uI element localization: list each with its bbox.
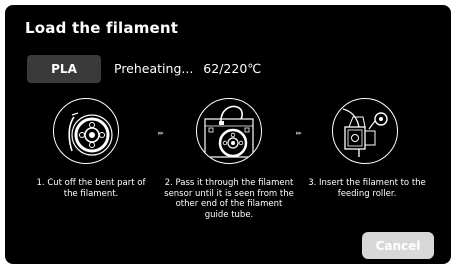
printer-spool-icon [204, 105, 254, 158]
step-2-caption: 2. Pass it through the filament sensor u… [164, 178, 294, 220]
arrow-icon: ▸▸ [158, 129, 164, 137]
step-3-caption: 3. Insert the filament to the feeding ro… [308, 178, 426, 199]
temperature-readout: 62/220℃ [203, 61, 262, 76]
arrow-icon: ▸▸ [296, 129, 302, 137]
cancel-button[interactable]: Cancel [362, 232, 434, 259]
step-1-caption: 1. Cut off the bent part of the filament… [36, 178, 146, 199]
step-3-image [332, 98, 398, 164]
load-filament-screen: Load the filament PLA Preheating... 62/22… [5, 5, 451, 264]
status-text: Preheating... [114, 61, 194, 76]
preheat-status: Preheating... 62/220℃ [114, 61, 261, 76]
material-button[interactable]: PLA [27, 55, 101, 83]
cancel-label: Cancel [375, 238, 421, 253]
page-title: Load the filament [25, 19, 179, 37]
material-label: PLA [51, 62, 77, 76]
extruder-icon [342, 108, 388, 157]
step-2-image [196, 98, 262, 164]
spool-icon [68, 112, 113, 156]
step-1-image [53, 98, 119, 164]
